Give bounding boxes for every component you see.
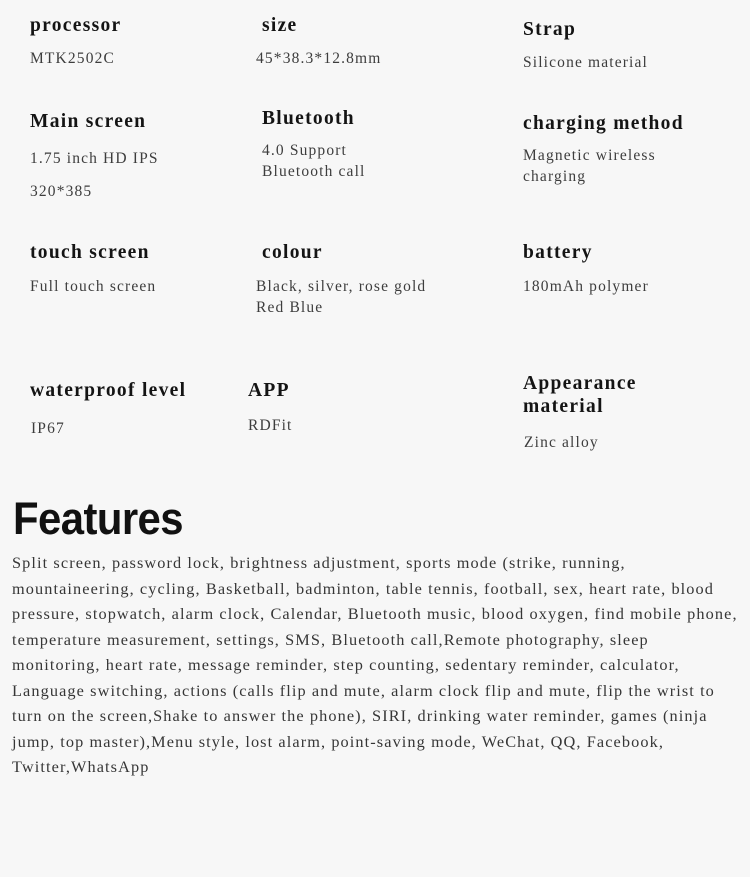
spec-label-appearance-material: Appearance material xyxy=(523,373,637,417)
spec-cell-main-screen: Main screen 1.75 inch HD IPS 320*385 xyxy=(30,110,159,208)
features-body-text: Split screen, password lock, brightness … xyxy=(12,553,738,776)
spec-label-size: size xyxy=(262,15,298,36)
spec-value-strap: Silicone material xyxy=(523,54,648,71)
spec-label-battery: battery xyxy=(523,242,593,263)
spec-label-touch-screen: touch screen xyxy=(30,242,150,263)
spec-cell-appearance-material: Appearance material Zinc alloy xyxy=(523,372,637,454)
spec-value-size: 45*38.3*12.8mm xyxy=(256,50,382,67)
spec-value-battery: 180mAh polymer xyxy=(523,278,649,295)
spec-value-app: RDFit xyxy=(248,417,293,434)
spec-label-bluetooth: Bluetooth xyxy=(262,108,355,129)
spec-value-charging-method: Magnetic wireless charging xyxy=(523,147,656,185)
spec-label-colour: colour xyxy=(262,242,323,263)
spec-label-app: APP xyxy=(248,380,290,401)
spec-label-main-screen: Main screen xyxy=(30,111,147,132)
spec-cell-bluetooth: Bluetooth 4.0 Support Bluetooth call xyxy=(262,107,365,183)
features-section: Features Split screen, password lock, br… xyxy=(0,478,750,780)
features-heading: Features xyxy=(13,493,184,544)
spec-cell-touch-screen: touch screen Full touch screen xyxy=(30,241,156,298)
spec-label-waterproof-level: waterproof level xyxy=(30,380,187,401)
spec-value-touch-screen: Full touch screen xyxy=(30,278,157,295)
spec-value-appearance-material: Zinc alloy xyxy=(524,434,599,451)
spec-cell-app: APP RDFit xyxy=(248,379,293,437)
spec-cell-charging-method: charging method Magnetic wireless chargi… xyxy=(523,112,684,188)
specification-sheet: processor MTK2502C size 45*38.3*12.8mm S… xyxy=(0,0,750,478)
spec-cell-colour: colour Black, silver, rose gold Red Blue xyxy=(256,241,426,319)
spec-value-processor: MTK2502C xyxy=(30,50,115,67)
spec-value-main-screen: 1.75 inch HD IPS 320*385 xyxy=(30,150,159,200)
spec-cell-battery: battery 180mAh polymer xyxy=(523,241,649,298)
spec-label-charging-method: charging method xyxy=(523,113,684,134)
spec-value-waterproof-level: IP67 xyxy=(31,420,65,437)
spec-value-colour: Black, silver, rose gold Red Blue xyxy=(256,278,427,316)
spec-value-bluetooth: 4.0 Support Bluetooth call xyxy=(262,142,366,180)
spec-cell-size: size 45*38.3*12.8mm xyxy=(256,14,381,70)
spec-cell-waterproof-level: waterproof level IP67 xyxy=(30,379,186,440)
spec-label-strap: Strap xyxy=(523,19,577,40)
spec-cell-processor: processor MTK2502C xyxy=(30,14,122,70)
spec-cell-strap: Strap Silicone material xyxy=(523,18,648,74)
spec-label-processor: processor xyxy=(30,15,122,36)
